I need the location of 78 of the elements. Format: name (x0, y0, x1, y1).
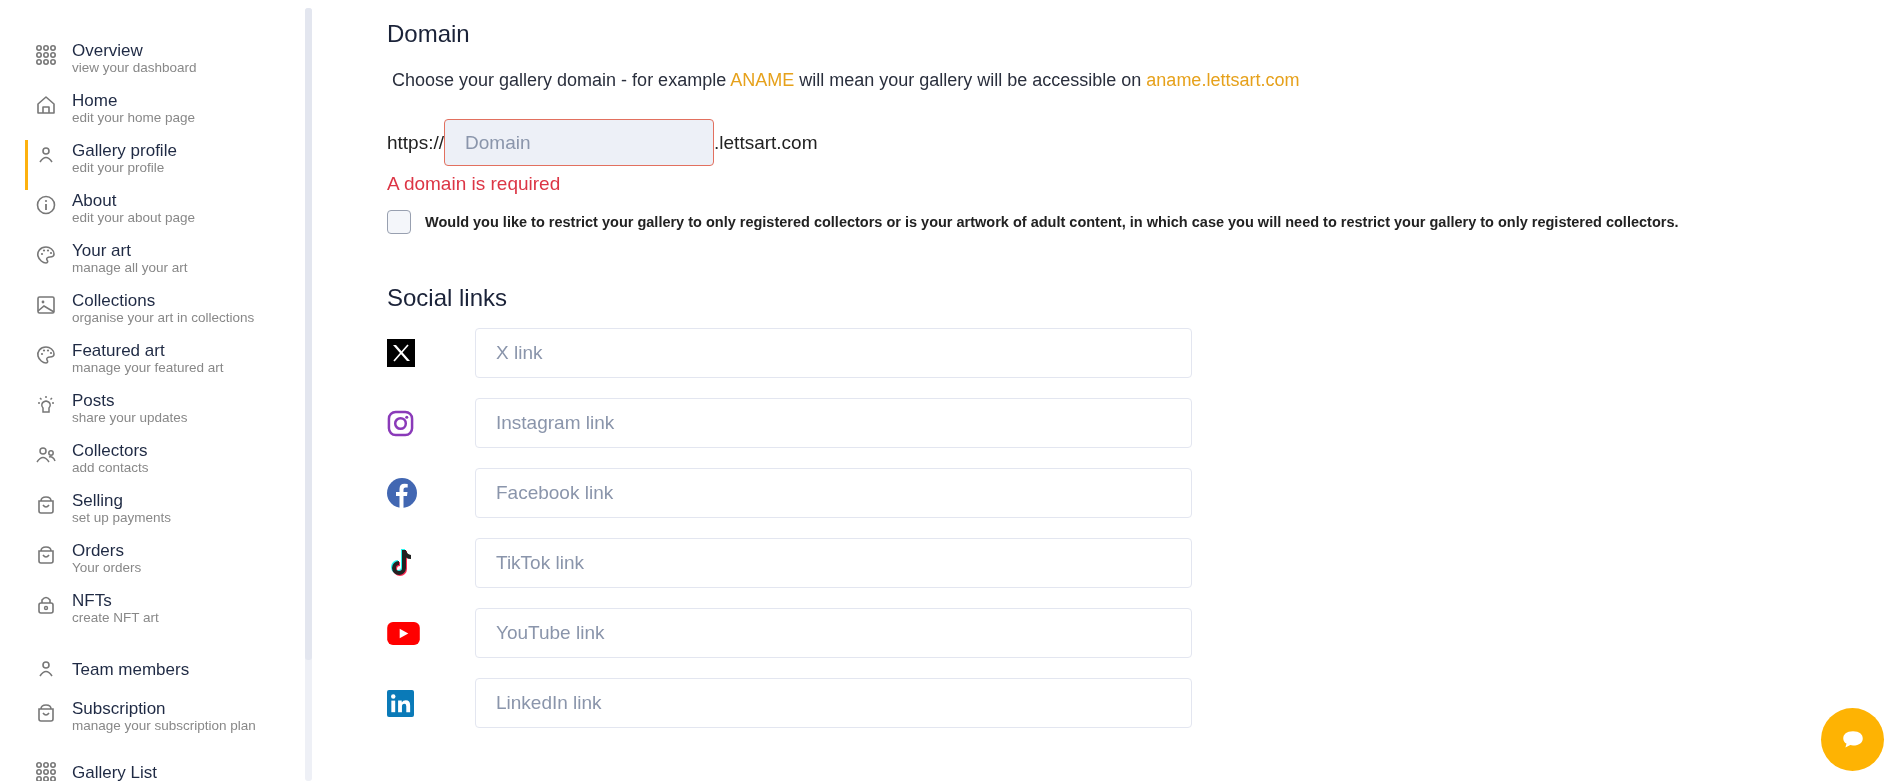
menu-item-title: Subscription (72, 699, 167, 718)
menu-item-subtitle: add contacts (72, 460, 149, 476)
domain-description: Choose your gallery domain - for example ANAME will mean your gallery will be accessible on aname.lettsart.com (392, 70, 1301, 91)
sidebar-item[interactable]: Overview view your dashboard (25, 40, 305, 90)
menu-item-subtitle: create NFT art (72, 610, 159, 626)
bag-icon (36, 545, 56, 565)
palette-icon (36, 345, 56, 365)
link-field[interactable]: LinkedIn link (475, 678, 1192, 728)
menu-item-title: Collections (72, 291, 157, 310)
home-icon (36, 95, 56, 115)
menu-item-title: Gallery profile (72, 141, 177, 160)
menu-item-title: Gallery List (72, 762, 158, 781)
menu-item-subtitle: edit your profile (72, 160, 166, 176)
sidebar-item[interactable]: Subscription manage your subscription plan (25, 698, 305, 748)
sidebar-item[interactable]: NFTs create NFT art (25, 590, 305, 640)
section-heading: Domain (387, 20, 471, 48)
menu-item-subtitle: Your orders (72, 560, 142, 576)
sidebar-item[interactable]: Collectors add contacts (25, 440, 305, 490)
checkbox[interactable] (387, 210, 411, 234)
link-field[interactable]: Facebook link (475, 468, 1192, 518)
scrollbar[interactable] (305, 8, 312, 781)
x-logo-icon (387, 339, 415, 367)
linkedin-icon (387, 689, 414, 717)
menu-item-subtitle: view your dashboard (72, 60, 197, 76)
link-field[interactable]: TikTok link (475, 538, 1192, 588)
url-suffix: .lettsart.com (714, 131, 818, 154)
section-heading: Social links (387, 284, 509, 312)
checkbox-label: Would you like to restrict your gallery to only registered collectors or is your artwork of adult content, in which case you will need to restrict your gallery to only registered collectors. (425, 214, 1679, 230)
link-field[interactable]: X link (475, 328, 1192, 378)
menu-item-title: Home (72, 91, 119, 110)
bag-icon (36, 703, 56, 723)
grid-icon (36, 762, 56, 781)
person-icon (36, 659, 56, 679)
menu-item-subtitle: share your updates (72, 410, 188, 426)
sidebar-item[interactable]: Selling set up payments (25, 490, 305, 540)
menu-item-title: Orders (72, 541, 125, 560)
menu-item-title: Featured art (72, 341, 166, 360)
menu-item-subtitle: edit your home page (72, 110, 196, 126)
people-icon (36, 445, 56, 465)
sidebar-item[interactable]: About edit your about page (25, 190, 305, 240)
menu-item-title: Team members (72, 659, 190, 679)
bag-icon (36, 495, 56, 515)
grid-icon (36, 45, 56, 65)
link-field[interactable]: Instagram link (475, 398, 1192, 448)
menu-item-title: About (72, 191, 118, 210)
domain-field[interactable]: Domain (444, 119, 715, 166)
menu-item-title: NFTs (72, 591, 113, 610)
sidebar-item[interactable]: Team members (25, 640, 305, 698)
image-icon (36, 295, 56, 315)
menu-item-title: Collectors (72, 441, 149, 460)
person-icon (36, 145, 56, 165)
menu-item-subtitle: set up payments (72, 510, 172, 526)
sidebar-item[interactable]: Home edit your home page (25, 90, 305, 140)
link-field[interactable]: YouTube link (475, 608, 1192, 658)
menu-item-subtitle: edit your about page (72, 210, 196, 226)
sidebar-item[interactable]: Your art manage all your art (25, 240, 305, 290)
lightbulb-icon (36, 395, 56, 415)
menu-item-title: Overview (72, 41, 144, 60)
menu-item-subtitle: manage your featured art (72, 360, 224, 376)
menu-item-title: Selling (72, 491, 125, 510)
instagram-icon (387, 409, 414, 437)
menu-item-subtitle: manage all your art (72, 260, 188, 276)
youtube-icon (387, 621, 420, 645)
lock-icon (36, 595, 56, 615)
menu-item-title: Posts (72, 391, 116, 410)
sidebar-item[interactable]: Collections organise your art in collections (25, 290, 305, 340)
error-message: A domain is required (387, 173, 562, 195)
sidebar-item[interactable]: Featured art manage your featured art (25, 340, 305, 390)
palette-icon (36, 245, 56, 265)
menu-item-title: Your art (72, 241, 132, 260)
menu-item-subtitle: manage your subscription plan (72, 718, 256, 734)
sidebar-item[interactable]: Gallery List (25, 748, 305, 781)
facebook-icon (387, 478, 417, 508)
info-icon (36, 195, 56, 215)
sidebar-item[interactable]: Orders Your orders (25, 540, 305, 590)
sidebar-item[interactable]: Posts share your updates (25, 390, 305, 440)
url-prefix: https:// (387, 131, 445, 154)
menu-item-subtitle: organise your art in collections (72, 310, 255, 326)
